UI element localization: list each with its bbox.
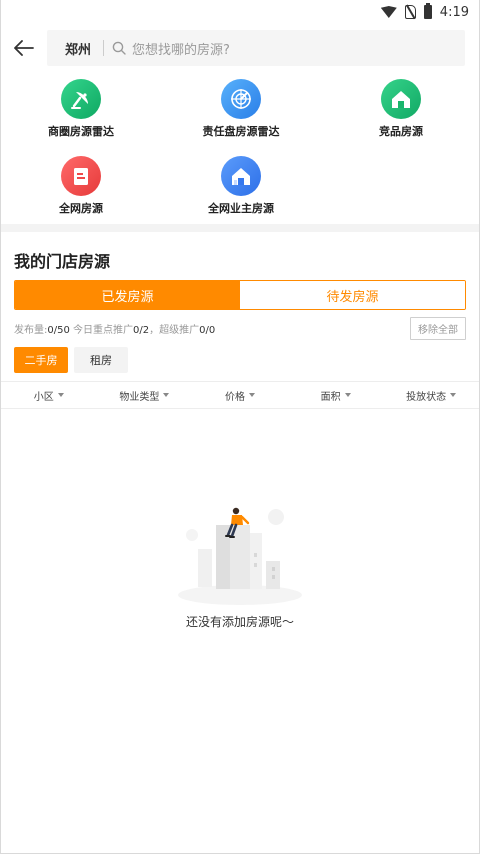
entry-label: 竞品房源 [379,125,423,138]
no-sim-icon [404,5,416,19]
key-promo-count: 0/2 [133,324,150,336]
search-input[interactable]: 您想找哪的房源? [132,39,230,58]
tab-pending[interactable]: 待发房源 [240,281,465,309]
top-bar: 郑州 您想找哪的房源? [1,24,479,72]
filter-status[interactable]: 投放状态 [383,388,479,403]
entry-responsibility-radar[interactable]: 责任盘房源雷达 [161,79,321,146]
entry-business-radar[interactable]: 商圈房源雷达 [1,79,161,146]
filter-label: 物业类型 [119,391,160,403]
super-promo-label: ，超级推广 [149,324,200,336]
city-selector[interactable]: 郑州 [65,39,91,58]
entry-label: 责任盘房源雷达 [202,125,280,138]
filter-label: 投放状态 [406,391,447,403]
section-title: 我的门店房源 [14,252,111,271]
filter-price[interactable]: 价格 [192,388,288,403]
empty-message: 还没有添加房源呢～ [185,615,294,629]
document-red-icon [61,155,101,196]
filter-label: 面积 [320,391,341,403]
super-promo-count: 0/0 [199,324,216,336]
entry-label: 商圈房源雷达 [48,125,114,138]
filter-community[interactable]: 小区 [1,388,97,403]
back-button[interactable] [13,37,35,59]
status-time: 4:19 [439,4,469,20]
key-promo-label: 今日重点推广 [69,324,134,336]
quick-entries: 商圈房源雷达 责任盘房源雷达 竞品房源 全网房源 全网业主房源 [1,72,479,222]
entry-competitor-listings[interactable]: 竞品房源 [321,79,480,146]
chip-rent[interactable]: 租房 [74,347,128,373]
caret-down-icon [163,393,170,397]
caret-down-icon [248,393,255,397]
listing-type-chips: 二手房 租房 [14,347,479,373]
arrow-left-icon [14,40,34,56]
filter-label: 价格 [224,391,245,403]
house-green-icon [381,79,421,119]
search-divider [103,40,105,56]
stats-text: 发布量:0/50 今日重点推广0/2，超级推广0/0 [14,321,215,336]
listing-tabs: 已发房源 待发房源 [14,280,466,310]
chip-second-hand[interactable]: 二手房 [14,347,68,373]
caret-down-icon [450,393,457,397]
radar-dish-icon [61,79,101,119]
filter-property-type[interactable]: 物业类型 [97,388,193,403]
publish-label: 发布量: [14,324,48,336]
empty-illustration [178,507,302,605]
section-divider [1,224,479,232]
wifi-icon [380,6,397,18]
search-box[interactable]: 郑州 您想找哪的房源? [47,30,465,66]
filter-bar: 小区 物业类型 价格 面积 投放状态 [1,381,479,409]
entry-label: 全网业主房源 [208,201,274,215]
battery-icon [423,3,432,19]
tab-published[interactable]: 已发房源 [15,281,240,309]
stats-row: 发布量:0/50 今日重点推广0/2，超级推广0/0 移除全部 [14,316,466,340]
entry-label: 全网房源 [59,201,103,215]
entry-all-network-listings[interactable]: 全网房源 [1,155,161,223]
search-icon [112,41,126,55]
filter-area[interactable]: 面积 [288,388,384,403]
filter-label: 小区 [33,391,54,403]
entry-all-network-owner-listings[interactable]: 全网业主房源 [161,155,321,223]
caret-down-icon [57,393,64,397]
house-blue-icon [221,155,261,196]
radar-scope-icon [221,79,261,119]
status-bar: 4:19 [1,0,479,24]
remove-all-button[interactable]: 移除全部 [410,316,466,340]
caret-down-icon [344,393,351,397]
empty-state: 还没有添加房源呢～ [1,505,479,630]
publish-count: 0/50 [47,324,70,336]
